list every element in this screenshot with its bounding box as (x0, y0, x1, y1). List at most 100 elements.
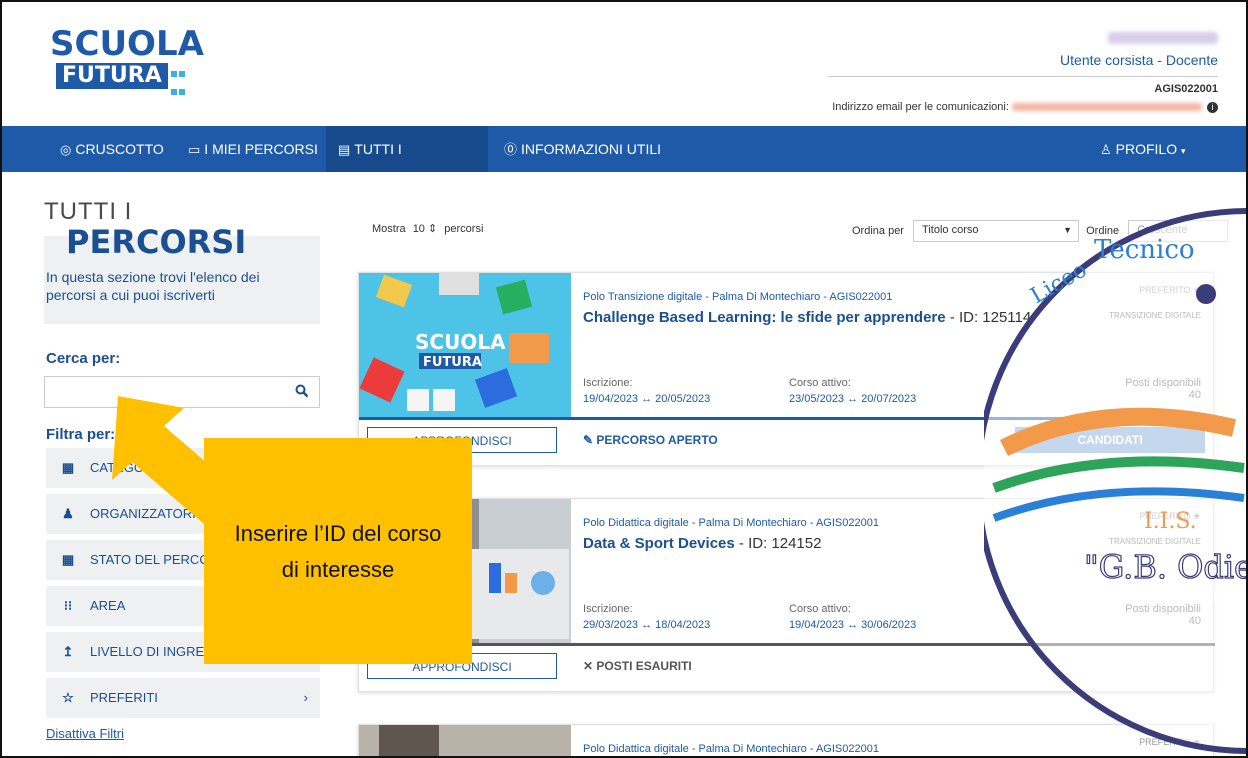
course-tag: TRANSIZIONE DIGITALE (1109, 311, 1201, 320)
filter-item-label: CATEGORIE (90, 460, 166, 475)
iscrizione-label: Iscrizione: (583, 603, 633, 615)
course-status-text: PERCORSO APERTO (596, 433, 718, 447)
search-input[interactable] (44, 376, 320, 408)
main-nav: ◎ CRUSCOTTO ▭ I MIEI PERCORSI ▤ TUTTI I PER… (2, 126, 1246, 204)
course-title-text: Data & Sport Devices (583, 535, 735, 552)
filter-preferiti[interactable]: ☆ PREFERITI › (46, 678, 320, 718)
preferito-toggle[interactable]: PREFERITO ★ (1139, 511, 1201, 522)
order-label: Ordine (1086, 224, 1120, 237)
page-size-value: 10 (412, 223, 425, 235)
posti-label: Posti disponibili (1125, 603, 1201, 615)
scuola-futura-logo[interactable]: SCUOLA FUTURA (50, 27, 220, 97)
divider (828, 76, 1218, 77)
disable-filters-link[interactable]: Disattiva Filtri (46, 726, 124, 741)
show-label: Mostra (372, 223, 406, 235)
screenshot-frame: SCUOLA FUTURA Utente corsista - Docente … (0, 0, 1248, 758)
order-select[interactable]: Crescente (1128, 220, 1229, 242)
iscrizione-dates: 29/03/2023 ↔ 18/04/2023 (583, 619, 711, 631)
instruction-callout: Inserire l’ID del corso di interesse (204, 438, 472, 664)
corso-attivo-label: Corso attivo: (789, 377, 851, 389)
corso-attivo-label: Corso attivo: (789, 603, 851, 615)
nav-label: CRUSCOTTO (75, 141, 164, 157)
page-size-select[interactable]: 10 ⇕ (413, 222, 438, 235)
email-label: Indirizzo email per le comunicazioni: (832, 101, 1009, 113)
sort-value: Titolo corso (922, 224, 979, 236)
candidati-button[interactable]: CANDIDATI (1015, 427, 1205, 453)
grid-icon: ▦ (61, 552, 75, 567)
dashboard-icon: ◎ (60, 142, 72, 157)
filter-item-label: AREA (90, 598, 126, 613)
course-tag: TRANSIZIONE DIGITALE (1109, 537, 1201, 546)
filter-item-label: PREFERITI (90, 690, 158, 705)
course-card: SCUOLA FUTURA Polo Transizione digitale … (358, 272, 1215, 466)
callout-text: Inserire l’ID del corso di interesse (234, 521, 442, 582)
monitor-icon: ▭ (188, 142, 201, 157)
nav-cruscotto[interactable]: ◎ CRUSCOTTO (48, 126, 176, 172)
preferito-label: PREFERITO (1139, 737, 1191, 747)
user-school-code: AGIS022001 (1154, 83, 1218, 95)
user-info: Utente corsista - Docente AGIS022001 Ind… (828, 32, 1218, 113)
posti-block: Posti disponibili 40 (1125, 603, 1201, 627)
page-title-line1: TUTTI I (44, 198, 133, 225)
arrow-up-icon: ↥ (62, 644, 74, 659)
course-title-text: Challenge Based Learning: le sfide per a… (583, 309, 946, 326)
course-title[interactable]: Data & Sport Devices - ID: 124152 (583, 535, 821, 552)
chevron-down-icon: ▼ (1063, 225, 1073, 235)
posti-value: 40 (1188, 615, 1201, 627)
page-size-control: Mostra 10 ⇕ percorsi (372, 222, 483, 235)
course-status-text: POSTI ESAURITI (596, 659, 692, 673)
chevron-down-icon: ▾ (1181, 146, 1186, 156)
nav-i-miei-percorsi[interactable]: ▭ I MIEI PERCORSI (176, 126, 330, 172)
preferito-label: PREFERITO (1139, 511, 1191, 521)
nav-tutti-i-percorsi[interactable]: ▤ TUTTI I PERCORSI (326, 126, 488, 204)
sort-control: Ordina per Titolo corso ▼ Ordine Crescent… (852, 220, 1229, 242)
area-icon: ⁝⁝ (63, 598, 73, 613)
posti-block: Posti disponibili 40 (1125, 377, 1201, 401)
iscrizione-dates: 19/04/2023 ↔ 20/05/2023 (583, 393, 711, 405)
search-icon[interactable] (295, 384, 309, 398)
close-icon: ✕ (583, 659, 594, 673)
chevron-right-icon: › (303, 690, 308, 705)
nav-profilo[interactable]: ♙ PROFILO ▾ (1088, 126, 1198, 172)
course-organizer: Polo Didattica digitale - Palma Di Monte… (583, 517, 879, 529)
search-label: Cerca per: (46, 350, 121, 367)
iscrizione-label: Iscrizione: (583, 377, 633, 389)
sort-select[interactable]: Titolo corso ▼ (913, 220, 1080, 242)
star-icon: ☆ (62, 690, 74, 705)
preferito-toggle[interactable]: PREFERITO ★ (1139, 285, 1201, 296)
show-suffix: percorsi (444, 223, 484, 235)
course-card: Polo Didattica digitale - Palma Di Monte… (358, 498, 1215, 692)
help-icon: ⓪ (504, 142, 518, 157)
email-row: Indirizzo email per le comunicazioni: i (828, 101, 1218, 113)
users-icon: ♟ (62, 506, 74, 521)
posti-value: 40 (1188, 389, 1201, 401)
card-divider (359, 643, 1215, 646)
star-icon: ★ (1192, 737, 1201, 747)
grid-icon: ▦ (61, 460, 75, 475)
order-value: Crescente (1137, 224, 1188, 236)
preferito-toggle[interactable]: PREFERITO ★ (1139, 737, 1201, 748)
course-id: - ID: 125114 (945, 309, 1032, 326)
posti-label: Posti disponibili (1125, 377, 1201, 389)
course-title[interactable]: Challenge Based Learning: le sfide per a… (583, 309, 1031, 326)
filter-item-label: ORGANIZZATORI (90, 506, 196, 521)
info-icon[interactable]: i (1207, 101, 1218, 113)
list-icon: ▤ (338, 142, 351, 157)
preferito-label: PREFERITO (1139, 285, 1191, 295)
edit-icon: ✎ (583, 433, 594, 447)
nav-informazioni-utili[interactable]: ⓪ INFORMAZIONI UTILI (492, 126, 673, 172)
filter-label: Filtra per: (46, 426, 116, 443)
course-organizer: Polo Didattica digitale - Palma Di Monte… (583, 743, 879, 755)
user-icon: ♙ (1100, 142, 1112, 157)
star-icon: ★ (1192, 285, 1201, 295)
course-image (359, 725, 571, 756)
logo-line2: FUTURA (56, 63, 168, 89)
course-status: ✎ PERCORSO APERTO (583, 433, 718, 447)
page-title-line2: PERCORSI (66, 223, 247, 261)
course-status: ✕ POSTI ESAURITI (583, 659, 692, 673)
logo-dots-icon (170, 65, 186, 95)
course-card: Polo Didattica digitale - Palma Di Monte… (358, 724, 1214, 756)
corso-attivo-dates: 19/04/2023 ↔ 30/06/2023 (789, 619, 917, 631)
section-description: In questa sezione trovi l'elenco dei per… (46, 269, 260, 303)
card-divider (359, 417, 1215, 420)
